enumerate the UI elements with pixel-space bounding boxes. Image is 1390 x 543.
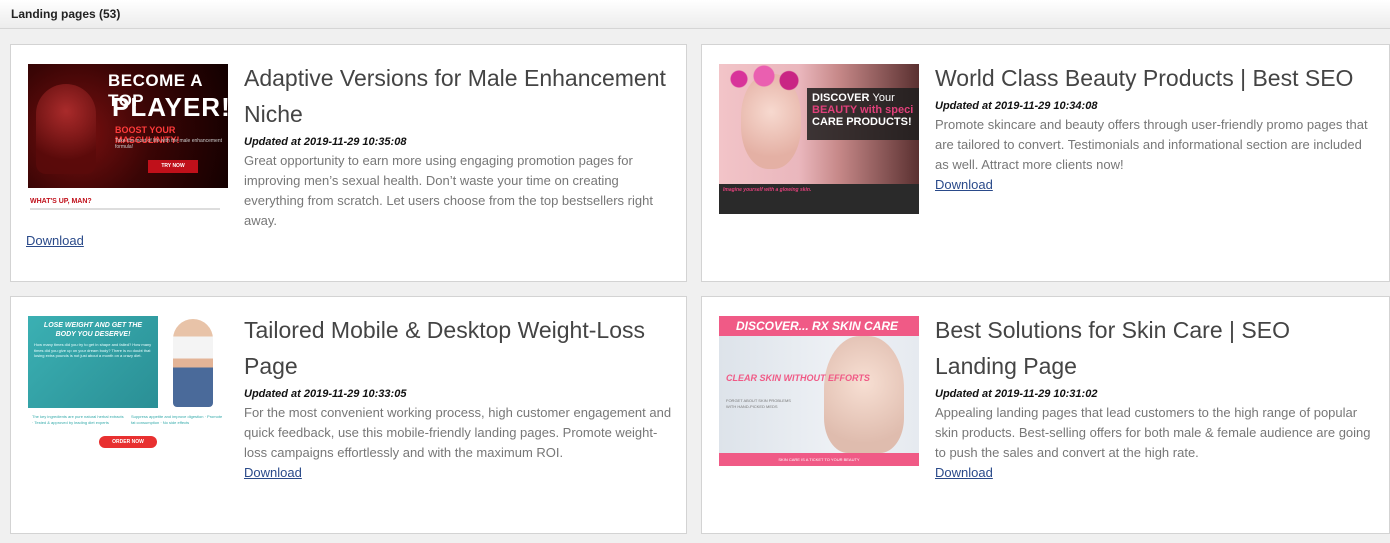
- card-title[interactable]: Best Solutions for Skin Care | SEO Landi…: [935, 312, 1377, 384]
- card-description: For the most convenient working process,…: [244, 405, 672, 460]
- download-link[interactable]: Download: [935, 463, 993, 483]
- thumb-headline: LOSE WEIGHT AND GET THE BODY YOU DESERVE…: [43, 322, 143, 338]
- thumb-tagline: Imagine yourself with a glowing skin.: [723, 187, 812, 193]
- thumb-list: Suppress appetite and improve digestion …: [131, 414, 223, 425]
- card-description: Great opportunity to earn more using eng…: [244, 153, 653, 228]
- thumb-banner: DISCOVER... RX SKIN CARE: [719, 316, 919, 336]
- thumb-list: The key ingredients are pure natural her…: [32, 414, 124, 425]
- thumb-headline: Your: [872, 92, 895, 104]
- card-description: Promote skincare and beauty offers throu…: [935, 117, 1368, 172]
- card-thumbnail[interactable]: DISCOVER... RX SKIN CARE CLEAR SKIN WITH…: [719, 316, 919, 466]
- thumb-button: TRY NOW: [148, 160, 198, 173]
- thumb-headline: CARE PRODUCTS!: [812, 116, 912, 128]
- thumb-text: FORGET ABOUT SKIN PROBLEMS WITH HAND-PIC…: [726, 398, 791, 409]
- card-thumbnail[interactable]: BECOME A TOP PLAYER! BOOST YOUR MASCULIN…: [28, 64, 228, 216]
- model-image: [173, 319, 213, 407]
- card-title[interactable]: World Class Beauty Products | Best SEO: [935, 60, 1377, 96]
- couple-image: [36, 84, 96, 174]
- updated-at: Updated at 2019-11-29 10:34:08: [935, 100, 1098, 112]
- thumb-headline: CLEAR SKIN WITHOUT EFFORTS: [726, 373, 870, 383]
- card-description: Appealing landing pages that lead custom…: [935, 405, 1371, 460]
- updated-at: Updated at 2019-11-29 10:31:02: [935, 388, 1098, 400]
- thumb-headline: PLAYER!: [112, 92, 228, 122]
- landing-card: DISCOVER Your BEAUTY with speci CARE PRO…: [701, 44, 1390, 282]
- landing-card: BECOME A TOP PLAYER! BOOST YOUR MASCULIN…: [10, 44, 687, 282]
- thumb-headline: DISCOVER: [812, 92, 870, 104]
- updated-at: Updated at 2019-11-29 10:33:05: [244, 388, 407, 400]
- download-link[interactable]: Download: [26, 231, 84, 251]
- card-thumbnail[interactable]: DISCOVER Your BEAUTY with speci CARE PRO…: [719, 64, 919, 214]
- landing-card: DISCOVER... RX SKIN CARE CLEAR SKIN WITH…: [701, 296, 1390, 534]
- page-title: Landing pages (53): [11, 7, 121, 21]
- download-link[interactable]: Download: [935, 175, 993, 195]
- model-image: [824, 336, 904, 453]
- card-thumbnail[interactable]: LOSE WEIGHT AND GET THE BODY YOU DESERVE…: [28, 316, 228, 466]
- thumb-button: ORDER NOW: [99, 436, 157, 448]
- card-title[interactable]: Tailored Mobile & Desktop Weight-Loss Pa…: [244, 312, 674, 384]
- thumb-headline: BEAUTY with speci: [812, 104, 914, 116]
- download-link[interactable]: Download: [244, 463, 302, 483]
- flowers-image: [719, 64, 819, 94]
- landing-card: LOSE WEIGHT AND GET THE BODY YOU DESERVE…: [10, 296, 687, 534]
- thumb-footer: SKIN CARE IS A TICKET TO YOUR BEAUTY: [719, 453, 919, 466]
- thumb-text: Take the most of life with the male enha…: [115, 138, 223, 150]
- page-header: Landing pages (53): [0, 0, 1390, 29]
- card-title[interactable]: Adaptive Versions for Male Enhancement N…: [244, 60, 674, 132]
- thumb-subhead: WHAT'S UP, MAN?: [30, 198, 92, 205]
- updated-at: Updated at 2019-11-29 10:35:08: [244, 136, 407, 148]
